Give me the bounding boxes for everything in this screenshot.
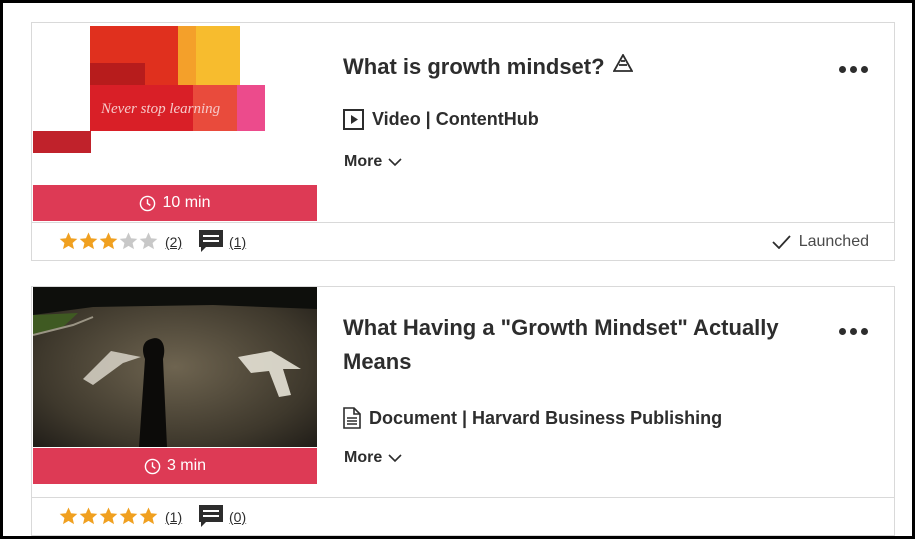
rating-count[interactable]: (2) xyxy=(165,234,182,250)
star-filled-icon[interactable] xyxy=(139,507,158,525)
mountain-icon xyxy=(612,53,634,72)
content-title[interactable]: What Having a "Growth Mindset" Actually … xyxy=(343,311,823,379)
star-filled-icon[interactable] xyxy=(79,232,98,250)
star-filled-icon[interactable] xyxy=(119,507,138,525)
content-card[interactable]: 3 min What Having a "Growth Mindset" Act… xyxy=(31,286,895,536)
star-rating[interactable] xyxy=(59,507,159,525)
star-rating[interactable] xyxy=(59,232,159,250)
card-footer: (2) (1) Launched xyxy=(32,222,894,260)
clock-icon xyxy=(140,195,156,211)
duration-label: 10 min xyxy=(162,194,211,211)
thumbnail-image[interactable] xyxy=(33,287,317,447)
content-type-label: Video | ContentHub xyxy=(372,109,539,129)
rating-count[interactable]: (1) xyxy=(165,509,182,525)
more-toggle[interactable]: More xyxy=(344,153,402,171)
content-type: Video | ContentHub xyxy=(343,109,539,130)
comment-count[interactable]: (1) xyxy=(229,234,246,250)
content-type-label: Document | Harvard Business Publishing xyxy=(369,407,723,428)
star-filled-icon[interactable] xyxy=(99,507,118,525)
content-card[interactable]: Never stop learning 10 min What is growt… xyxy=(31,22,895,261)
more-toggle[interactable]: More xyxy=(344,449,402,467)
duration-bar: 3 min xyxy=(33,448,317,484)
document-icon xyxy=(343,407,361,429)
thumbnail-image[interactable]: Never stop learning xyxy=(33,23,317,185)
duration-bar: 10 min xyxy=(33,185,317,221)
chevron-down-icon xyxy=(388,157,402,166)
comment-count[interactable]: (0) xyxy=(229,509,246,525)
content-type: Document | Harvard Business Publishing xyxy=(343,407,722,429)
star-filled-icon[interactable] xyxy=(79,507,98,525)
overflow-menu-button[interactable] xyxy=(839,66,868,73)
card-footer: (1) (0) xyxy=(32,497,894,535)
overflow-menu-button[interactable] xyxy=(839,328,868,335)
star-filled-icon[interactable] xyxy=(59,232,78,250)
content-title[interactable]: What is growth mindset? xyxy=(343,50,634,84)
comment-icon[interactable] xyxy=(198,229,224,259)
checkmark-icon xyxy=(772,235,791,249)
star-filled-icon[interactable] xyxy=(99,232,118,250)
clock-icon xyxy=(144,458,161,474)
star-filled-icon[interactable] xyxy=(59,507,78,525)
duration-label: 3 min xyxy=(166,457,207,474)
launch-status: Launched xyxy=(772,233,869,251)
star-empty-icon[interactable] xyxy=(139,232,158,250)
chevron-down-icon xyxy=(388,453,402,462)
thumbnail-text: Never stop learning xyxy=(100,101,221,117)
star-empty-icon[interactable] xyxy=(119,232,138,250)
play-icon xyxy=(343,109,364,130)
comment-icon[interactable] xyxy=(198,504,224,534)
